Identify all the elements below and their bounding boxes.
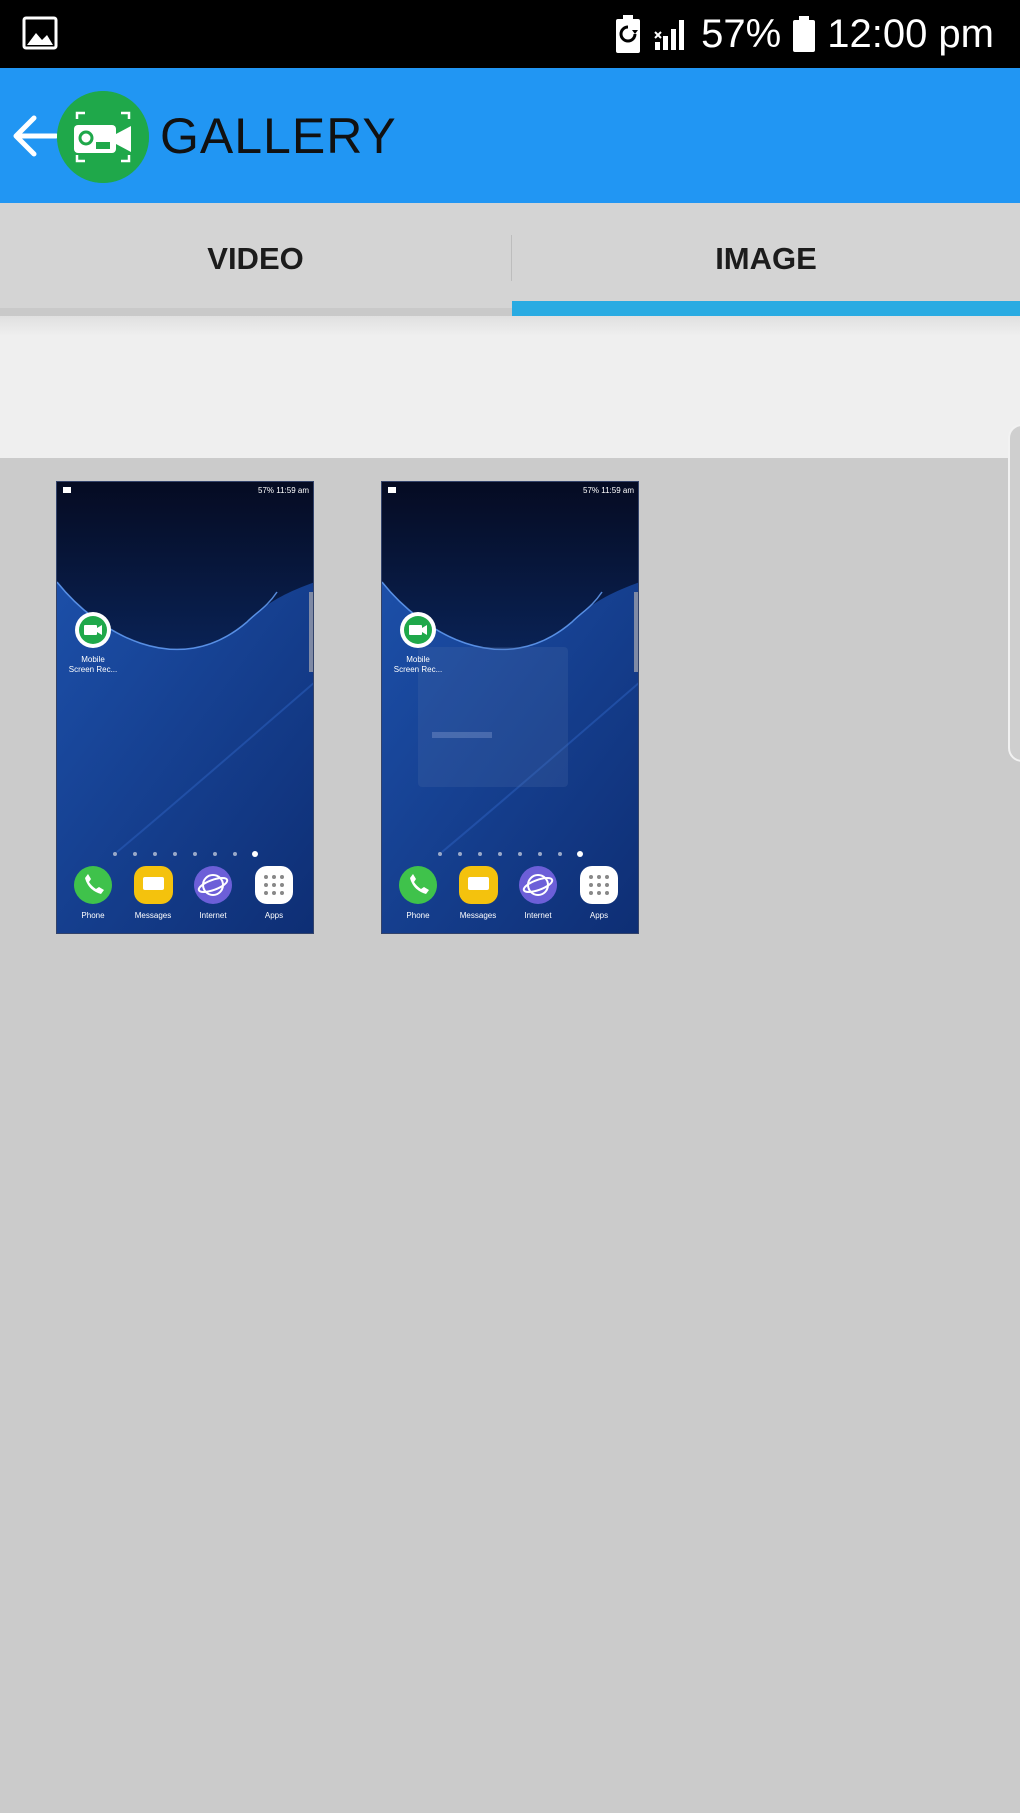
dock-label: Apps bbox=[590, 911, 608, 920]
arrow-left-icon[interactable] bbox=[8, 108, 60, 164]
tab-selected-indicator bbox=[512, 301, 1020, 316]
battery-percent: 57% bbox=[701, 12, 782, 56]
image-thumbnail[interactable]: 57% 11:59 am Mobile Screen Rec... Phone bbox=[381, 481, 639, 934]
signal-icon bbox=[654, 20, 685, 50]
app-bar: GALLERY bbox=[0, 68, 1020, 203]
clock: 12:00 pm bbox=[827, 12, 994, 56]
dock-label: Phone bbox=[81, 911, 105, 920]
image-notification-icon bbox=[22, 16, 58, 50]
dock-label: Phone bbox=[406, 911, 430, 920]
shortcut-label: Screen Rec... bbox=[69, 665, 117, 674]
shortcut-label: Mobile bbox=[406, 655, 430, 664]
shortcut-label: Screen Rec... bbox=[394, 665, 442, 674]
dock-label: Messages bbox=[135, 911, 171, 920]
page-title: GALLERY bbox=[160, 108, 397, 164]
mini-status-text: 57% 11:59 am bbox=[258, 486, 309, 495]
tab-bar: VIDEO IMAGE bbox=[0, 203, 1020, 315]
dock-label: Messages bbox=[460, 911, 496, 920]
screenshot-preview: 57% 11:59 am Mobile Screen Rec... Phone bbox=[57, 482, 313, 933]
battery-icon bbox=[793, 16, 816, 52]
ad-banner-area bbox=[0, 316, 1020, 458]
status-icons: 57% 12:00 pm bbox=[615, 10, 994, 58]
tab-video[interactable]: VIDEO bbox=[0, 203, 511, 315]
mini-status-text: 57% 11:59 am bbox=[583, 486, 634, 495]
dock-label: Internet bbox=[524, 911, 552, 920]
tab-underline bbox=[0, 308, 512, 316]
screenshot-preview: 57% 11:59 am Mobile Screen Rec... Phone bbox=[382, 482, 638, 933]
screen-recorder-logo-icon bbox=[57, 91, 149, 183]
tab-image[interactable]: IMAGE bbox=[512, 203, 1020, 315]
battery-saver-icon bbox=[616, 15, 641, 53]
scroll-handle[interactable] bbox=[1008, 424, 1020, 762]
shortcut-label: Mobile bbox=[81, 655, 105, 664]
status-bar: 57% 12:00 pm bbox=[0, 0, 1020, 68]
dock-label: Internet bbox=[199, 911, 227, 920]
image-thumbnail[interactable]: 57% 11:59 am Mobile Screen Rec... Phone bbox=[56, 481, 314, 934]
dock-label: Apps bbox=[265, 911, 283, 920]
